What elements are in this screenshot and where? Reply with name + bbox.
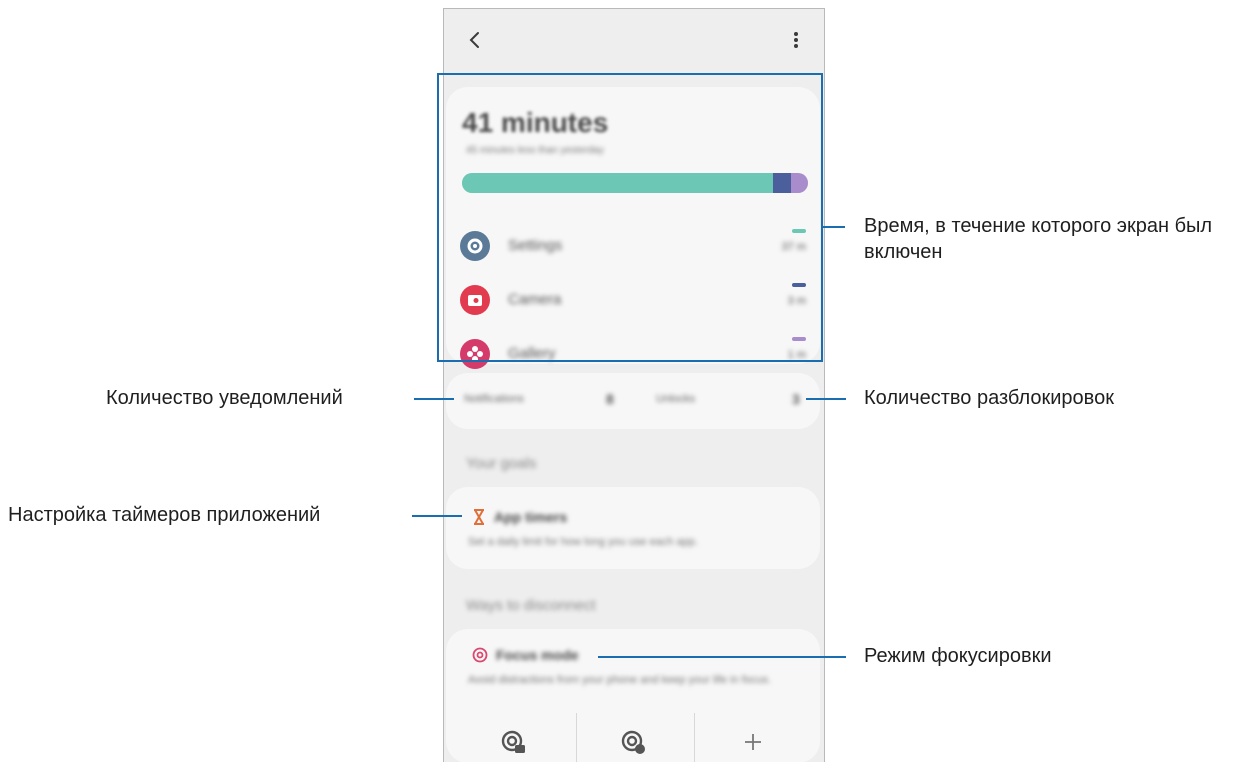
- more-vertical-icon[interactable]: [786, 27, 806, 53]
- chevron-left-icon[interactable]: [462, 27, 488, 53]
- notifications-count: 8: [606, 391, 614, 407]
- unlocks-count: 3: [792, 391, 800, 407]
- notifications-label: Notifications: [464, 393, 524, 405]
- callout-line-unlocks: [806, 398, 846, 400]
- callout-line-notifications: [414, 398, 454, 400]
- add-icon[interactable]: [738, 727, 768, 757]
- mode-divider: [694, 713, 695, 762]
- app-timers-card[interactable]: App timers Set a daily limit for how lon…: [446, 487, 820, 569]
- mode-divider: [576, 713, 577, 762]
- top-bar: [444, 9, 824, 75]
- callout-line-screen-time: [823, 226, 845, 228]
- stats-card: Notifications 8 Unlocks 3: [446, 373, 820, 429]
- page: 41 minutes 45 minutes less than yesterda…: [0, 0, 1247, 762]
- focus-mode-desc: Avoid distractions from your phone and k…: [468, 674, 772, 686]
- focus-mode-card[interactable]: Focus mode Avoid distractions from your …: [446, 629, 820, 762]
- work-mode-icon[interactable]: [498, 727, 528, 757]
- focus-mode-title: Focus mode: [496, 647, 579, 663]
- callout-unlocks: Количество разблокировок: [864, 387, 1114, 409]
- me-time-icon[interactable]: [618, 727, 648, 757]
- app-timers-desc: Set a daily limit for how long you use e…: [468, 536, 698, 548]
- usage-highlight-frame: [437, 73, 823, 362]
- callout-focus-mode: Режим фокусировки: [864, 645, 1052, 667]
- callout-line-focus-mode: [598, 656, 846, 658]
- goals-section-title: Your goals: [466, 455, 537, 472]
- app-timers-title: App timers: [494, 509, 568, 525]
- callout-notifications: Количество уведомлений: [106, 387, 343, 409]
- callout-line-app-timers: [412, 515, 462, 517]
- callout-app-timers: Настройка таймеров приложений: [8, 504, 321, 526]
- unlocks-label: Unlocks: [656, 393, 696, 405]
- target-icon: [472, 647, 488, 663]
- ways-section-title: Ways to disconnect: [466, 597, 596, 614]
- hourglass-icon: [472, 509, 486, 525]
- callout-screen-time: Время, в течение которого экран был вклю…: [864, 215, 1213, 263]
